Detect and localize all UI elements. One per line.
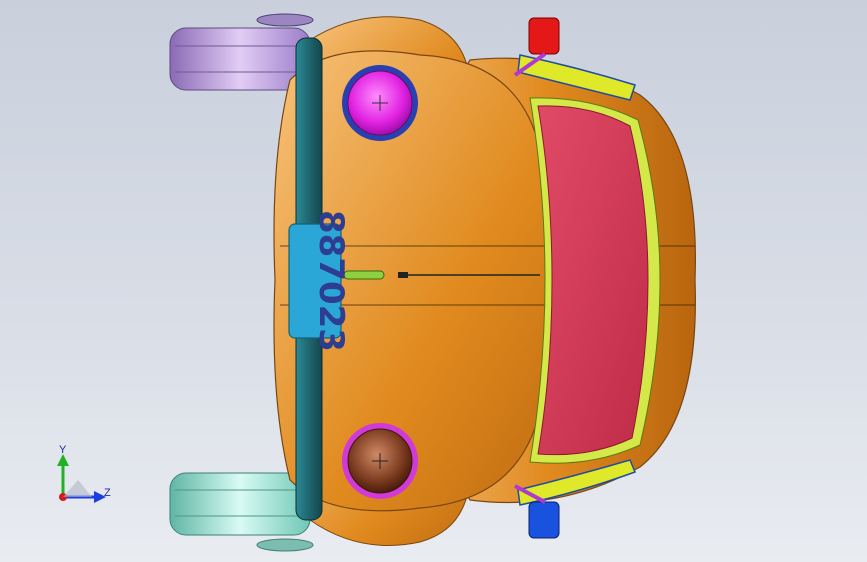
license-plate: 887023 [288, 210, 351, 352]
headlight-right [342, 423, 418, 499]
coordinate-triad: Y Z [57, 444, 111, 503]
wheel-bottom [169, 472, 314, 552]
license-plate-number: 887023 [311, 210, 351, 352]
headlight-left [342, 65, 418, 141]
model-canvas[interactable]: 887023 Y Z [0, 0, 867, 562]
windshield [537, 105, 649, 456]
mirror-top [528, 17, 560, 55]
y-axis-label: Y [59, 444, 67, 456]
mirror-bottom [528, 501, 560, 539]
z-axis-label: Z [104, 487, 111, 499]
graphics-viewport[interactable]: 887023 Y Z [0, 0, 867, 562]
